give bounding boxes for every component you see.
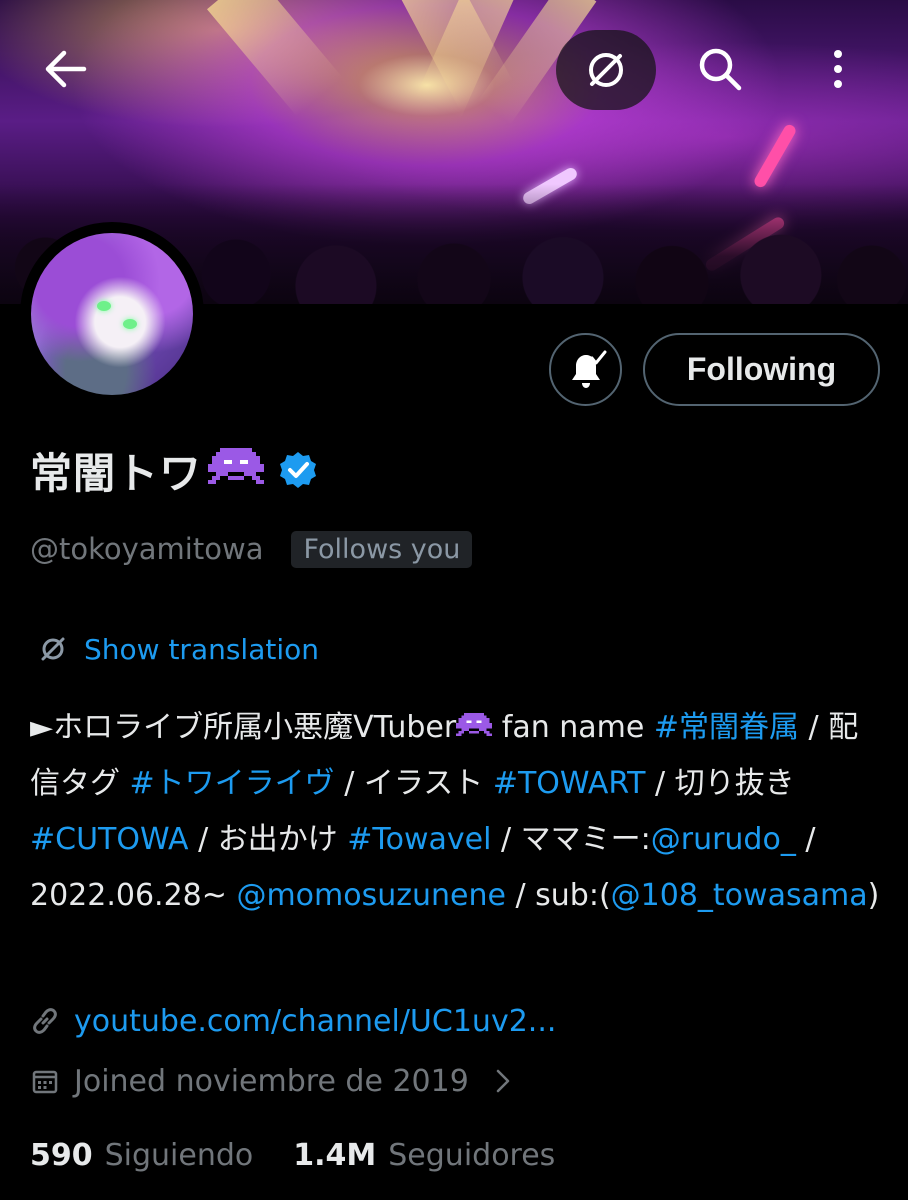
bio-text: / イラスト: [334, 766, 493, 801]
verified-badge-icon[interactable]: [278, 450, 318, 490]
more-options-button[interactable]: [808, 30, 868, 108]
bio-text: / sub:(: [505, 878, 611, 913]
joined-date-row[interactable]: Joined noviembre de 2019: [30, 1058, 511, 1104]
following-stat[interactable]: 590 Siguiendo: [30, 1138, 253, 1173]
followers-stat[interactable]: 1.4M Seguidores: [293, 1138, 555, 1173]
notifications-button[interactable]: [549, 333, 622, 406]
more-vertical-icon: [834, 50, 842, 88]
globe-off-icon: [41, 637, 65, 661]
bio-text: / ママミー:: [491, 822, 651, 857]
arrow-left-icon: [45, 50, 87, 88]
hashtag-link[interactable]: #CUTOWA: [30, 822, 189, 857]
hashtag-link[interactable]: #常闇眷属: [654, 710, 799, 745]
back-button[interactable]: [34, 40, 96, 98]
bio-text: fan name: [492, 710, 654, 745]
show-translation-link[interactable]: Show translation: [38, 628, 319, 670]
bio-text: ): [867, 878, 880, 913]
avatar: [31, 233, 193, 395]
search-button[interactable]: [678, 30, 762, 108]
followers-count: 1.4M: [293, 1137, 377, 1173]
bell-check-icon: [571, 350, 606, 388]
translate-profile-button[interactable]: [556, 30, 656, 110]
link-icon: [33, 1008, 57, 1034]
website-link[interactable]: youtube.com/channel/UC1uv2...: [30, 998, 556, 1044]
bio-text: / お出かけ: [188, 822, 348, 857]
website-link-text[interactable]: youtube.com/channel/UC1uv2...: [74, 1004, 556, 1039]
calendar-icon: [32, 1070, 58, 1094]
follow-stats: 590 Siguiendo 1.4M Seguidores: [30, 1132, 555, 1178]
handle-row: @tokoyamitowa Follows you: [30, 526, 473, 572]
hashtag-link[interactable]: #Towavel: [347, 822, 491, 857]
space-invader-icon: [208, 448, 265, 484]
mention-link[interactable]: @rurudo_: [651, 822, 796, 857]
followers-label: Seguidores: [388, 1137, 556, 1173]
joined-date: Joined noviembre de 2019: [74, 1063, 469, 1099]
following-button[interactable]: Following: [643, 333, 880, 406]
mention-link[interactable]: @108_towasama: [611, 878, 868, 913]
hashtag-link[interactable]: #トワイライヴ: [130, 766, 335, 801]
user-handle: @tokoyamitowa: [30, 532, 264, 566]
show-translation-label: Show translation: [84, 632, 320, 666]
chevron-right-icon: [496, 1069, 510, 1093]
follows-you-badge: Follows you: [291, 530, 473, 568]
space-invader-icon: [456, 713, 493, 736]
display-name-row: 常闇トワ: [30, 440, 318, 500]
display-name: 常闇トワ: [30, 448, 203, 498]
bio-text: / 切り抜き: [645, 766, 795, 801]
following-count: 590: [30, 1137, 93, 1173]
hashtag-link[interactable]: #TOWART: [493, 766, 646, 801]
globe-off-icon: [589, 53, 623, 87]
mention-link[interactable]: @momosuzunene: [236, 878, 506, 913]
following-label: Siguiendo: [104, 1137, 254, 1173]
bio-text: ►ホロライブ所属小悪魔VTuber: [30, 710, 457, 745]
profile-bio: ►ホロライブ所属小悪魔VTuber fan name #常闇眷属 / 配信タグ …: [30, 700, 880, 924]
profile-avatar[interactable]: [20, 222, 204, 406]
search-icon: [699, 48, 742, 91]
